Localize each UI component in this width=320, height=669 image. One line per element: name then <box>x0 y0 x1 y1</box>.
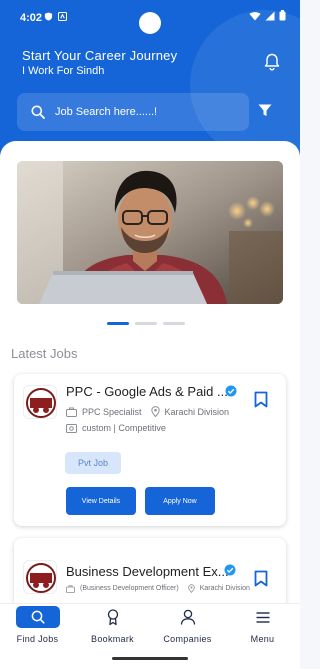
carousel-dot-1[interactable] <box>107 322 129 325</box>
notification-bell-icon[interactable] <box>264 53 280 71</box>
system-home-indicator[interactable] <box>112 657 188 660</box>
filter-icon[interactable] <box>258 104 272 117</box>
banner-image <box>17 161 283 304</box>
nav-bookmark[interactable]: Bookmark <box>75 606 150 644</box>
carousel-dot-3[interactable] <box>163 322 185 325</box>
view-details-button[interactable]: View Details <box>66 487 136 515</box>
job-meta-row: (Business Development Officer) Karachi D… <box>66 584 250 593</box>
latest-jobs-title: Latest Jobs <box>11 346 78 361</box>
wifi-icon <box>249 11 261 20</box>
location-pin-icon <box>187 584 195 593</box>
job-title[interactable]: Business Development Ex... <box>66 564 229 579</box>
greeting-title: Start Your Career Journey <box>22 48 178 63</box>
location-pin-icon <box>150 406 160 417</box>
job-location: Karachi Division <box>164 406 230 417</box>
nav-label: Bookmark <box>91 634 134 644</box>
job-card[interactable]: PPC - Google Ads & Paid ... PPC Speciali… <box>14 374 286 526</box>
app-header: 4:02 Start Your Career Journey I Work Fo… <box>0 0 300 160</box>
job-search-input[interactable]: Job Search here......! <box>17 93 249 131</box>
search-icon <box>31 610 45 624</box>
nav-find-jobs-icon-wrap <box>15 606 60 628</box>
job-role: (Business Development Officer) <box>80 585 179 592</box>
banner-carousel[interactable] <box>17 161 283 304</box>
job-location: Karachi Division <box>199 585 250 592</box>
company-logo <box>23 560 57 594</box>
job-card[interactable]: Business Development Ex... (Business Dev… <box>14 538 286 603</box>
nav-companies[interactable]: Companies <box>150 606 225 644</box>
job-type-badge: Pvt Job <box>65 452 121 474</box>
carousel-indicator[interactable] <box>107 322 185 325</box>
bookmark-icon[interactable] <box>254 570 268 587</box>
menu-icon <box>256 611 269 623</box>
verified-badge-icon <box>225 385 237 397</box>
job-role: PPC Specialist <box>82 406 142 417</box>
job-salary-row: custom | Competitive <box>66 423 166 433</box>
nav-label: Menu <box>250 634 275 644</box>
header-decoration <box>190 10 300 160</box>
nav-menu-icon-wrap <box>241 606 285 628</box>
nav-menu[interactable]: Menu <box>225 606 300 644</box>
job-salary: custom | Competitive <box>82 423 166 433</box>
nav-label: Find Jobs <box>16 634 59 644</box>
nav-label: Companies <box>163 634 212 644</box>
bookmark-icon <box>107 608 118 625</box>
app-status-icon <box>58 12 67 21</box>
job-title[interactable]: PPC - Google Ads & Paid ... <box>66 384 228 399</box>
nav-companies-icon-wrap <box>166 606 210 628</box>
shield-status-icon <box>44 12 53 21</box>
apply-now-button[interactable]: Apply Now <box>145 487 215 515</box>
person-icon <box>180 609 195 625</box>
greeting-subtitle: I Work For Sindh <box>22 65 105 77</box>
nav-bookmark-icon-wrap <box>91 606 135 628</box>
status-bar: 4:02 <box>0 0 300 34</box>
search-icon <box>31 105 45 119</box>
main-content: Latest Jobs PPC - Google Ads & Paid ... … <box>0 141 300 603</box>
job-meta-row: PPC Specialist Karachi Division <box>66 406 229 417</box>
signal-icon <box>265 11 275 20</box>
battery-icon <box>279 10 286 21</box>
briefcase-icon <box>66 407 77 417</box>
carousel-dot-2[interactable] <box>135 322 157 325</box>
money-icon <box>66 423 77 433</box>
front-camera <box>139 12 161 34</box>
nav-find-jobs[interactable]: Find Jobs <box>0 606 75 644</box>
search-placeholder: Job Search here......! <box>55 106 158 118</box>
briefcase-icon <box>66 584 75 593</box>
status-time: 4:02 <box>20 12 43 24</box>
status-right-icons <box>249 10 286 21</box>
bookmark-icon[interactable] <box>254 391 268 408</box>
verified-badge-icon <box>224 564 236 576</box>
company-logo <box>23 385 57 419</box>
